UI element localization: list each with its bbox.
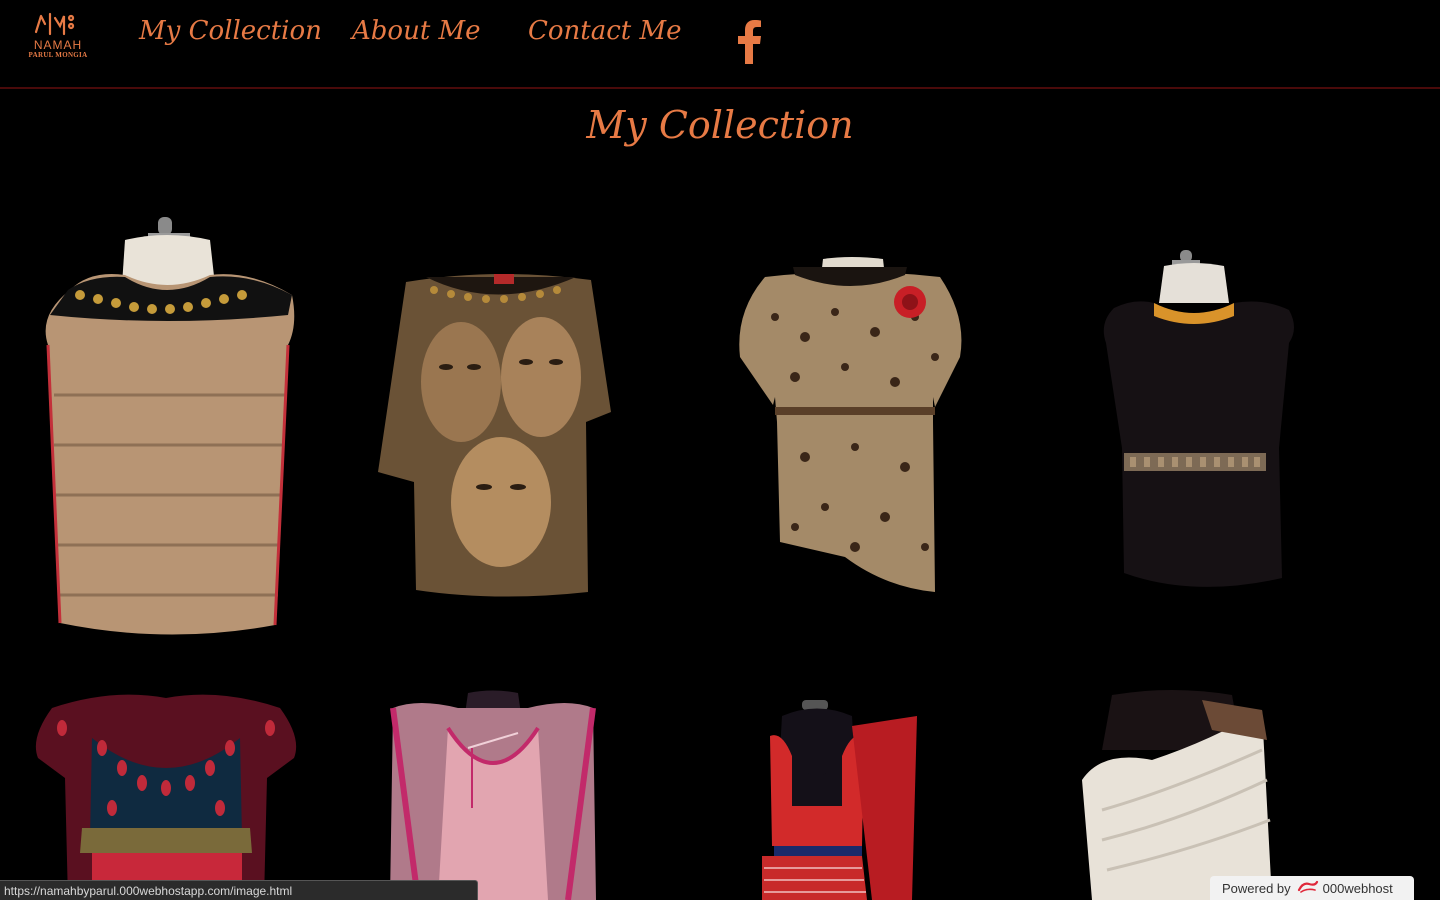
gallery-item-3[interactable] [735, 257, 967, 597]
gallery-item-1[interactable] [30, 215, 305, 640]
gallery-item-6[interactable] [388, 688, 598, 900]
page: NAMAH PARUL MONGIA My Collection About M… [0, 0, 1440, 900]
logo-name: NAMAH [33, 38, 83, 52]
webhost-logo-icon [1297, 880, 1319, 897]
nav-my-collection[interactable]: My Collection [139, 16, 322, 46]
gallery-item-4[interactable] [1094, 248, 1299, 603]
nav-about-me[interactable]: About Me [352, 16, 481, 46]
namah-logo-icon [34, 12, 75, 36]
powered-by-prefix: Powered by [1222, 880, 1291, 896]
site-logo[interactable]: NAMAH PARUL MONGIA [22, 12, 94, 66]
red-backless-blouse-icon [762, 700, 917, 900]
facebook-icon[interactable] [734, 20, 764, 64]
gallery-item-8[interactable] [1072, 690, 1272, 900]
browser-status-url: https://namahbyparul.000webhostapp.com/i… [0, 880, 478, 900]
site-header: NAMAH PARUL MONGIA My Collection About M… [0, 0, 1440, 89]
gallery-item-7[interactable] [762, 696, 922, 900]
powered-by-brand: 000webhost [1322, 880, 1393, 896]
printed-faces-tee-icon [378, 273, 611, 597]
nav-contact-me[interactable]: Contact Me [528, 16, 682, 46]
embroidered-red-blouse-icon [35, 694, 297, 900]
pink-embellished-suit-icon [390, 690, 596, 900]
gallery-item-5[interactable] [32, 688, 300, 900]
logo-subtitle: PARUL MONGIA [28, 51, 88, 59]
leopard-print-belted-top-icon [739, 257, 962, 592]
powered-by-badge[interactable]: Powered by 000webhost [1210, 876, 1414, 900]
mannequin-beige-mesh-top-icon [45, 217, 295, 635]
white-draped-gown-icon [1082, 690, 1272, 900]
gallery-item-2[interactable] [376, 272, 616, 602]
page-title: My Collection [586, 103, 854, 147]
black-belted-dress-icon [1103, 250, 1294, 587]
